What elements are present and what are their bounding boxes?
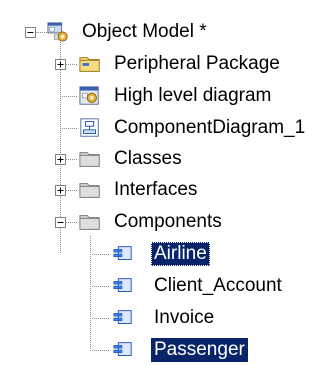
- plus-icon: [57, 187, 64, 194]
- component-icon: [113, 278, 132, 292]
- minus-icon: [57, 222, 64, 223]
- tree-node-label[interactable]: Airline: [151, 242, 210, 266]
- expand-toggle-peripheral-package[interactable]: [55, 59, 66, 70]
- folder-icon: [79, 152, 100, 167]
- plus-icon: [57, 156, 64, 163]
- tree-node-peripheral-package[interactable]: Peripheral Package: [0, 49, 332, 79]
- tree-node-label[interactable]: ComponentDiagram_1: [111, 116, 308, 140]
- tree-node-classes[interactable]: Classes: [0, 144, 332, 174]
- plus-icon: [57, 61, 64, 68]
- tree-node-label[interactable]: Passenger: [151, 338, 248, 362]
- component-icon: [113, 342, 132, 356]
- collapse-toggle-components[interactable]: [55, 217, 66, 228]
- tree-node-label[interactable]: Classes: [111, 147, 185, 171]
- tree-node-label[interactable]: Interfaces: [111, 178, 200, 202]
- tree-node-label[interactable]: Client_Account: [151, 274, 285, 298]
- collapse-toggle-root[interactable]: [25, 27, 36, 38]
- tree-node-root[interactable]: Object Model *: [0, 17, 332, 47]
- object-model-tree[interactable]: Object Model * Peripheral Package High l…: [0, 0, 332, 365]
- folder-icon: [79, 183, 100, 198]
- folder-icon: [79, 215, 100, 230]
- model-icon: [47, 22, 68, 42]
- tree-node-invoice[interactable]: Invoice: [0, 303, 332, 333]
- package-icon: [79, 57, 100, 72]
- expand-toggle-classes[interactable]: [55, 154, 66, 165]
- tree-node-airline[interactable]: Airline: [0, 239, 332, 269]
- tree-node-interfaces[interactable]: Interfaces: [0, 175, 332, 205]
- tree-node-label[interactable]: High level diagram: [111, 84, 274, 108]
- tree-node-client-account[interactable]: Client_Account: [0, 271, 332, 301]
- tree-node-label[interactable]: Peripheral Package: [111, 52, 283, 76]
- component-icon: [113, 310, 132, 324]
- tree-node-label[interactable]: Invoice: [151, 306, 217, 330]
- diagram-icon: [79, 86, 99, 105]
- tree-node-passenger[interactable]: Passenger: [0, 335, 332, 365]
- component-icon: [113, 246, 132, 260]
- tree-node-label[interactable]: Components: [111, 210, 225, 234]
- tree-node-label[interactable]: Object Model *: [79, 20, 210, 44]
- expand-toggle-interfaces[interactable]: [55, 185, 66, 196]
- component-diagram-icon: [80, 118, 99, 137]
- tree-node-high-level-diagram[interactable]: High level diagram: [0, 81, 332, 111]
- minus-icon: [27, 32, 34, 33]
- tree-node-component-diagram-1[interactable]: ComponentDiagram_1: [0, 113, 332, 143]
- tree-node-components[interactable]: Components: [0, 207, 332, 237]
